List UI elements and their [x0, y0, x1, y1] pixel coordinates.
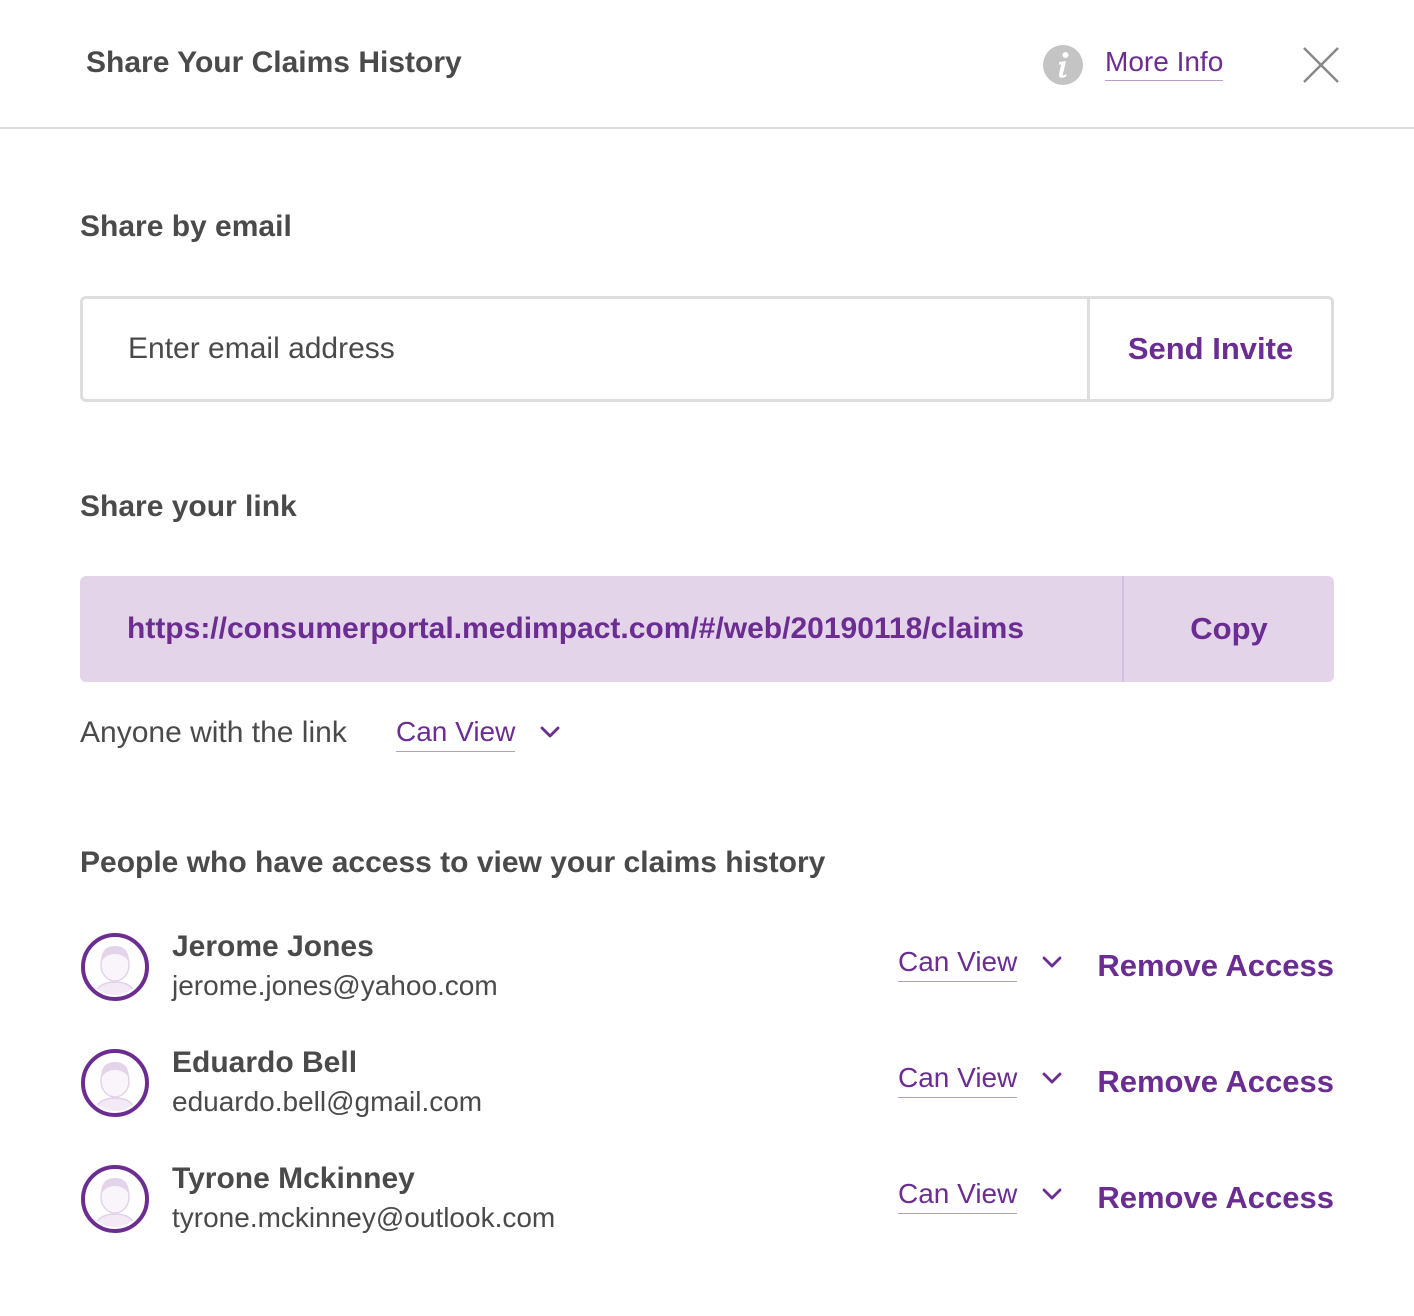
person-permission-select[interactable]: Can View: [898, 1178, 1063, 1214]
share-link-group: https://consumerportal.medimpact.com/#/w…: [80, 576, 1334, 682]
person-email: eduardo.bell@gmail.com: [172, 1086, 483, 1117]
send-invite-button[interactable]: Send Invite: [1087, 299, 1331, 399]
remove-access-button[interactable]: Remove Access: [1097, 1180, 1334, 1216]
person-name: Jerome Jones: [172, 930, 374, 963]
avatar-icon: [81, 933, 149, 1001]
close-icon[interactable]: [1300, 44, 1342, 86]
person-row: Jerome Jones jerome.jones@yahoo.com Can …: [80, 930, 1334, 1004]
dialog-title: Share Your Claims History: [86, 46, 462, 79]
person-permission-select[interactable]: Can View: [898, 1062, 1063, 1098]
person-email: jerome.jones@yahoo.com: [172, 970, 498, 1001]
avatar-icon: [81, 1165, 149, 1233]
people-access-label: People who have access to view your clai…: [80, 846, 826, 879]
person-permission-select[interactable]: Can View: [898, 946, 1063, 982]
dialog-header: Share Your Claims History More Info: [0, 0, 1414, 129]
link-permission-value: Can View: [396, 716, 516, 752]
person-permission-value: Can View: [898, 1178, 1018, 1214]
person-email: tyrone.mckinney@outlook.com: [172, 1202, 556, 1233]
share-by-email-label: Share by email: [80, 210, 292, 243]
share-link-label: Share your link: [80, 490, 297, 523]
person-row: Tyrone Mckinney tyrone.mckinney@outlook.…: [80, 1162, 1334, 1236]
info-icon: [1043, 45, 1083, 85]
chevron-down-icon: [1042, 956, 1062, 968]
chevron-down-icon: [1042, 1072, 1062, 1084]
remove-access-button[interactable]: Remove Access: [1097, 1064, 1334, 1100]
person-name: Tyrone Mckinney: [172, 1162, 415, 1195]
email-invite-group: Send Invite: [80, 296, 1334, 402]
copy-link-button[interactable]: Copy: [1122, 576, 1334, 682]
chevron-down-icon: [540, 726, 560, 738]
avatar-icon: [81, 1049, 149, 1117]
link-permission-select[interactable]: Can View: [396, 716, 561, 752]
share-link-url: https://consumerportal.medimpact.com/#/w…: [127, 612, 1025, 645]
remove-access-button[interactable]: Remove Access: [1097, 948, 1334, 984]
anyone-with-link-label: Anyone with the link: [80, 716, 347, 749]
person-permission-value: Can View: [898, 946, 1018, 982]
person-permission-value: Can View: [898, 1062, 1018, 1098]
email-input[interactable]: [83, 299, 1087, 399]
person-row: Eduardo Bell eduardo.bell@gmail.com Can …: [80, 1046, 1334, 1120]
more-info-link[interactable]: More Info: [1105, 46, 1224, 81]
chevron-down-icon: [1042, 1188, 1062, 1200]
person-name: Eduardo Bell: [172, 1046, 358, 1079]
